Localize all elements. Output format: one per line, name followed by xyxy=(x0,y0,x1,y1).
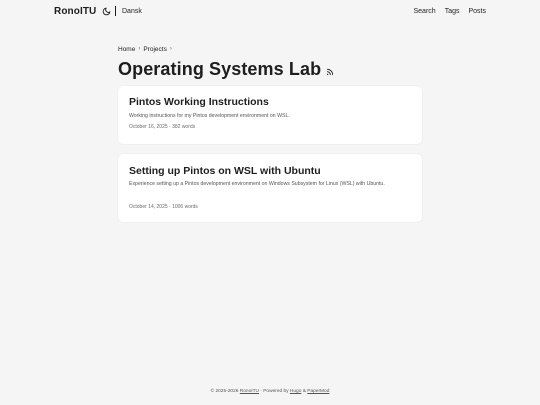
site-logo[interactable]: RonoITU xyxy=(54,6,96,17)
page-title: Operating Systems Lab xyxy=(118,58,322,79)
post-title[interactable]: Setting up Pintos on WSL with Ubuntu xyxy=(129,165,321,177)
footer-theme-link[interactable]: PaperMod xyxy=(307,389,329,394)
breadcrumb-separator: › xyxy=(169,46,172,52)
post-summary: Working instructions for my Pintos devel… xyxy=(129,113,290,119)
breadcrumb: Home › Projects › xyxy=(118,44,422,54)
footer-copyright: © 2025-2026 xyxy=(210,389,239,394)
post-meta: October 16, 2025 · 382 words xyxy=(129,124,196,130)
post-card[interactable]: Setting up Pintos on WSL with Ubuntu Exp… xyxy=(118,154,422,222)
menu-item-search[interactable]: Search xyxy=(414,8,436,15)
post-card[interactable]: Pintos Working Instructions Working inst… xyxy=(118,86,422,144)
title-row: Operating Systems Lab xyxy=(118,58,422,80)
menu-item-tags[interactable]: Tags xyxy=(445,8,460,15)
main-menu: Search Tags Posts xyxy=(414,8,487,15)
breadcrumb-separator: › xyxy=(138,46,141,52)
rss-icon[interactable] xyxy=(326,68,334,76)
post-summary: Experience setting up a Pintos developme… xyxy=(129,181,385,187)
moon-icon[interactable] xyxy=(102,7,111,16)
breadcrumb-home[interactable]: Home xyxy=(118,46,135,53)
menu-item-posts[interactable]: Posts xyxy=(468,8,486,15)
page: RonoITU Dansk Search Tags Posts Home › P… xyxy=(0,0,540,405)
breadcrumb-projects[interactable]: Projects xyxy=(143,46,166,53)
footer-hugo-link[interactable]: Hugo xyxy=(290,389,301,394)
footer-owner-link[interactable]: RonoITU xyxy=(240,389,259,394)
site-header: RonoITU Dansk Search Tags Posts xyxy=(0,0,540,26)
site-footer: © 2025-2026 RonoITU · Powered by Hugo & … xyxy=(0,389,540,394)
post-meta: October 14, 2025 · 1006 words xyxy=(129,204,198,210)
footer-powered-text: · Powered by xyxy=(258,389,290,394)
post-title[interactable]: Pintos Working Instructions xyxy=(129,96,269,108)
language-switch[interactable]: Dansk xyxy=(122,8,142,15)
main-content: Home › Projects › Operating Systems Lab … xyxy=(118,44,422,222)
header-divider xyxy=(115,6,116,16)
